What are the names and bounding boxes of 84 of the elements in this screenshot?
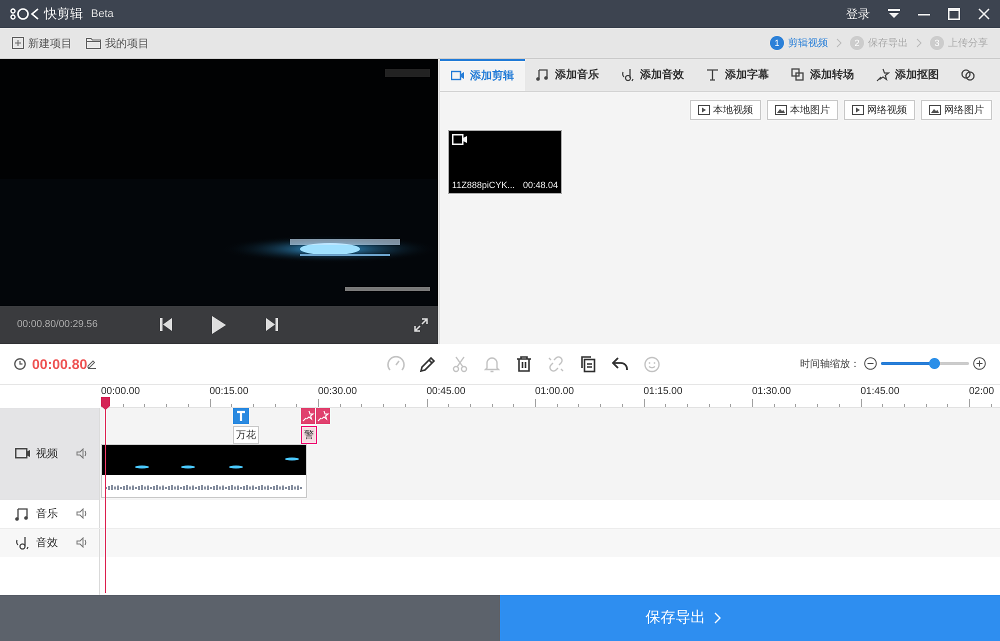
login-link[interactable]: 登录 (846, 6, 870, 23)
speaker-icon[interactable] (76, 537, 88, 548)
tab[interactable]: 添加抠图 (865, 58, 950, 91)
time-label: 00:00.00 (101, 386, 140, 397)
source-button[interactable]: 本地视频 (690, 100, 761, 120)
time-label: 00:45.00 (426, 386, 466, 397)
clip-label: 万花 (233, 426, 259, 444)
dropdown-icon[interactable] (888, 9, 900, 20)
image-file-icon (929, 104, 941, 115)
edition-label: Beta (91, 8, 114, 20)
music-note-icon (536, 68, 550, 82)
maximize-icon[interactable] (948, 8, 960, 20)
sparkle-icon[interactable] (316, 408, 330, 424)
zoom-out-icon[interactable] (864, 357, 877, 370)
my-projects-button[interactable]: 我的项目 (86, 36, 149, 51)
tab[interactable]: 添加转场 (780, 58, 865, 91)
image-file-icon (775, 104, 787, 115)
video-file-icon (852, 104, 864, 115)
chevron-icon (916, 38, 922, 48)
source-button[interactable]: 网络图片 (921, 100, 992, 120)
new-project-button[interactable]: 新建项目 (12, 36, 72, 51)
video-camera-icon (451, 68, 465, 83)
step-label: 剪辑视频 (788, 36, 828, 50)
zoom-in-icon[interactable] (973, 357, 986, 370)
play-icon[interactable] (212, 316, 226, 334)
time-label: 02:00 (969, 386, 994, 397)
music-note-icon (621, 68, 635, 82)
media-thumbnail[interactable]: 11Z888piCYK... 00:48.04 (448, 130, 562, 194)
slider-thumb[interactable] (928, 358, 940, 370)
close-icon[interactable] (978, 8, 990, 20)
time-label: 01:45.00 (860, 386, 900, 397)
pencil-icon[interactable] (418, 354, 437, 373)
undo-icon[interactable] (610, 354, 629, 373)
copy-icon[interactable] (578, 354, 597, 373)
track-label: 视频 (36, 447, 58, 462)
speaker-icon[interactable] (76, 508, 88, 520)
logo-icon (10, 7, 40, 22)
time-label: 00:30.00 (318, 386, 357, 397)
music-note-icon (15, 536, 30, 550)
circles-icon (961, 68, 975, 82)
track-label: 音效 (36, 536, 58, 550)
video-camera-icon (15, 446, 30, 461)
tab[interactable]: 添加音乐 (525, 58, 610, 91)
text-icon[interactable] (233, 408, 249, 424)
time-label: 01:15.00 (644, 386, 682, 397)
clip-label: 警 (301, 426, 317, 444)
playback-time: 00:00.80/00:29.56 (17, 319, 99, 330)
source-button[interactable]: 网络视频 (844, 100, 915, 120)
track-label: 音乐 (36, 506, 58, 522)
video-file-icon (698, 104, 710, 115)
add-icon (12, 37, 24, 50)
text-icon (706, 68, 720, 82)
music-note-icon (15, 506, 30, 521)
time-label: 01:00.00 (535, 386, 574, 397)
step-number: 1 (770, 36, 784, 50)
app-title: 快剪辑 (44, 5, 83, 24)
tab[interactable]: 添加音效 (610, 58, 695, 91)
speaker-icon[interactable] (76, 448, 88, 460)
sparkle-icon[interactable] (301, 408, 315, 424)
edit-icon[interactable] (87, 358, 98, 369)
squares-icon (791, 68, 805, 82)
folder-icon (86, 37, 101, 50)
chevron-icon (714, 612, 720, 624)
star-icon (876, 68, 890, 82)
previous-icon[interactable] (160, 318, 172, 332)
video-clip[interactable] (101, 444, 307, 498)
clock-icon (14, 358, 26, 370)
fullscreen-icon[interactable] (414, 318, 428, 332)
source-button[interactable]: 本地图片 (767, 100, 838, 120)
tab[interactable]: 添加剪辑 (440, 58, 525, 91)
zoom-label: 时间轴缩放： (800, 358, 860, 371)
step-label: 上传分享 (948, 36, 988, 50)
next-icon[interactable] (266, 318, 278, 332)
step-label: 保存导出 (868, 36, 908, 50)
time-label: 01:30.00 (752, 386, 791, 397)
duration-label: 00:48.04 (522, 180, 558, 190)
current-time: 00:00.80 (32, 356, 88, 372)
tab[interactable]: 添加字幕 (695, 58, 780, 91)
chevron-icon (836, 38, 842, 48)
time-label: 00:15.00 (210, 386, 248, 397)
playhead-handle[interactable] (101, 396, 110, 410)
delete-icon[interactable] (514, 354, 533, 373)
file-name: 11Z888piCYK... (452, 180, 515, 190)
video-camera-icon (452, 134, 467, 145)
